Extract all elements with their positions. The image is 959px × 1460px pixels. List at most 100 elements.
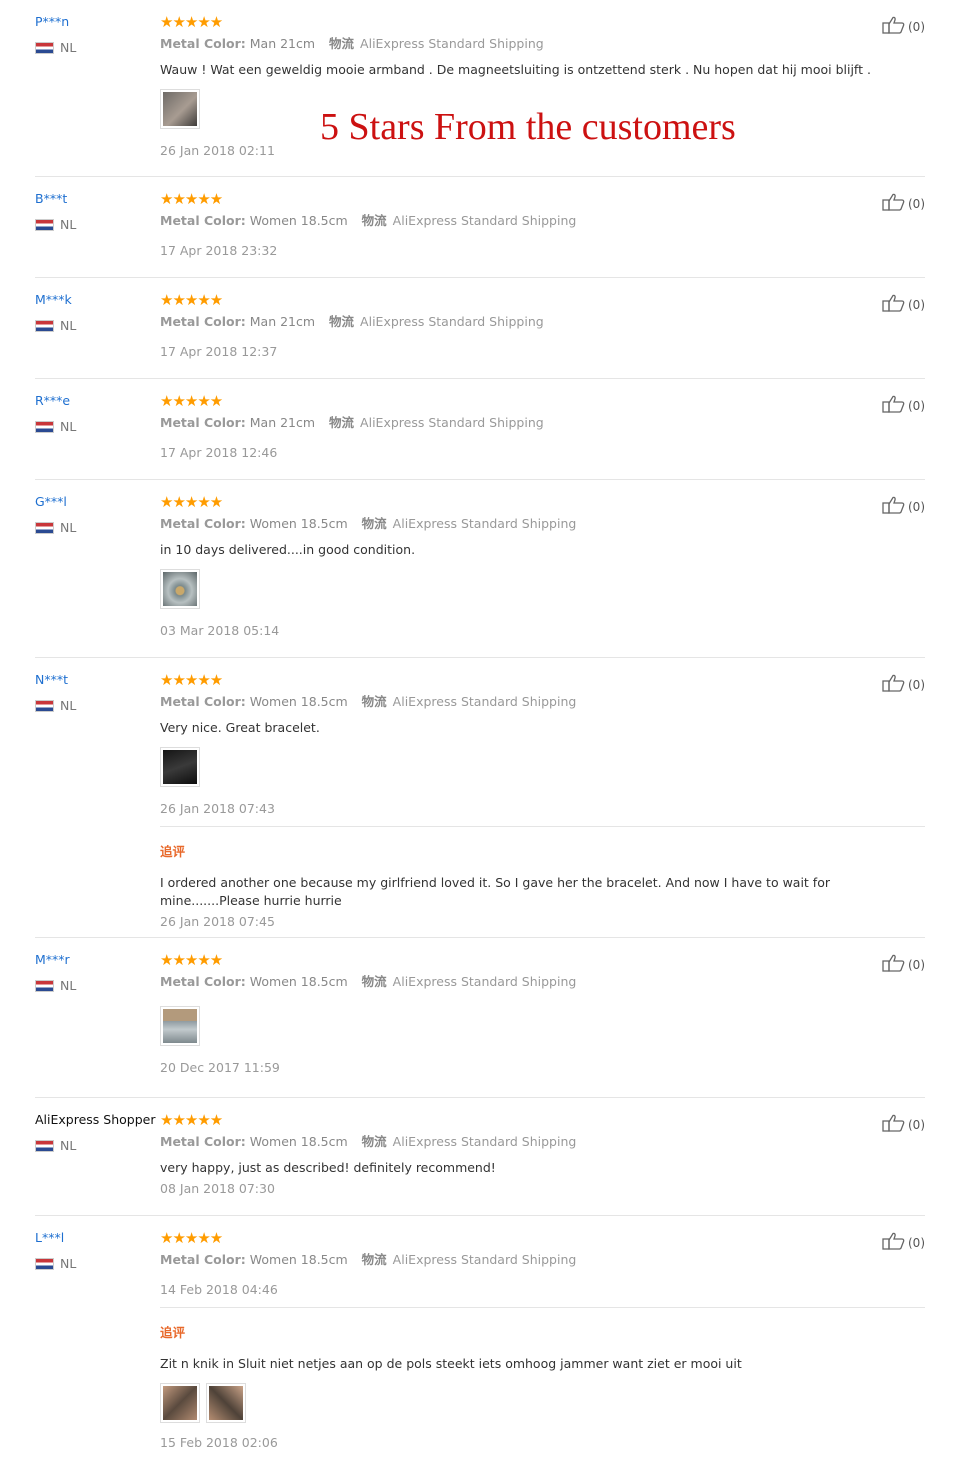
metal-color-label: Metal Color: (160, 974, 246, 989)
reviewer-name[interactable]: B***t (35, 191, 67, 206)
reviewer-country: NL (35, 520, 76, 535)
netherlands-flag-icon (35, 420, 54, 433)
thumbs-up-icon (882, 193, 905, 211)
country-code: NL (60, 978, 77, 993)
review-item: R***e NL ★★★★★ Metal Color: Man 21cm 物流 A… (35, 379, 925, 480)
shipping-method: AliExpress Standard Shipping (360, 36, 544, 51)
review-photo-thumbnail[interactable] (206, 1383, 246, 1423)
reviewer-name: AliExpress Shopper (35, 1112, 156, 1127)
thumbs-up-icon (882, 954, 905, 972)
country-code: NL (60, 520, 77, 535)
like-button[interactable]: (0) (882, 395, 925, 413)
reviewer-country: NL (35, 978, 76, 993)
star-rating: ★★★★★ (160, 671, 223, 689)
like-count: (0) (908, 958, 925, 972)
review-photo-thumbnail[interactable] (160, 89, 200, 129)
reviewer-name[interactable]: G***l (35, 494, 67, 509)
reviewer-name[interactable]: M***r (35, 952, 70, 967)
metal-color-label: Metal Color: (160, 36, 246, 51)
shipping-label: 物流 (361, 694, 387, 709)
review-item: B***t NL ★★★★★ Metal Color: Women 18.5cm… (35, 177, 925, 278)
shipping-label: 物流 (361, 1252, 387, 1267)
reviewer-name[interactable]: R***e (35, 393, 70, 408)
like-count: (0) (908, 197, 925, 211)
review-text: Very nice. Great bracelet. (160, 720, 320, 735)
review-photo-thumbnail[interactable] (160, 747, 200, 787)
reviewer-country: NL (35, 40, 76, 55)
like-count: (0) (908, 500, 925, 514)
like-button[interactable]: (0) (882, 1114, 925, 1132)
review-date: 17 Apr 2018 12:46 (160, 445, 278, 460)
reviewer-name[interactable]: L***l (35, 1230, 64, 1245)
shipping-label: 物流 (329, 314, 355, 329)
follow-up-review: 追评 Zit n knik in Sluit niet netjes aan o… (160, 1307, 925, 1460)
thumbs-up-icon (882, 294, 905, 312)
netherlands-flag-icon (35, 1257, 54, 1270)
thumbs-up-icon (882, 395, 905, 413)
metal-color-label: Metal Color: (160, 1252, 246, 1267)
shipping-method: AliExpress Standard Shipping (392, 213, 577, 228)
follow-up-label: 追评 (160, 1325, 186, 1340)
review-date: 03 Mar 2018 05:14 (160, 623, 280, 638)
like-button[interactable]: (0) (882, 294, 925, 312)
like-count: (0) (908, 399, 925, 413)
review-attributes: Metal Color: Women 18.5cm 物流 AliExpress S… (160, 1134, 925, 1150)
like-count: (0) (908, 1118, 925, 1132)
star-rating: ★★★★★ (160, 392, 223, 410)
shipping-method: AliExpress Standard Shipping (360, 415, 544, 430)
netherlands-flag-icon (35, 41, 54, 54)
like-count: (0) (908, 298, 925, 312)
reviewer-country: NL (35, 419, 76, 434)
country-code: NL (60, 318, 77, 333)
review-date: 14 Feb 2018 04:46 (160, 1282, 278, 1297)
review-photo-thumbnail[interactable] (160, 569, 200, 609)
shipping-label: 物流 (329, 36, 355, 51)
review-attributes: Metal Color: Man 21cm 物流 AliExpress Stand… (160, 314, 925, 330)
thumbs-up-icon (882, 674, 905, 692)
metal-color-label: Metal Color: (160, 694, 246, 709)
like-button[interactable]: (0) (882, 954, 925, 972)
like-button[interactable]: (0) (882, 674, 925, 692)
country-code: NL (60, 698, 77, 713)
reviewer-name[interactable]: N***t (35, 672, 68, 687)
star-rating: ★★★★★ (160, 291, 223, 309)
reviewer-name[interactable]: P***n (35, 14, 69, 29)
metal-color-value: Man 21cm (249, 415, 316, 430)
review-item: AliExpress Shopper NL ★★★★★ Metal Color:… (35, 1098, 925, 1216)
follow-up-review: 追评 I ordered another one because my girl… (160, 826, 925, 939)
metal-color-value: Women 18.5cm (249, 974, 348, 989)
netherlands-flag-icon (35, 1139, 54, 1152)
shipping-method: AliExpress Standard Shipping (392, 694, 577, 709)
like-button[interactable]: (0) (882, 193, 925, 211)
review-item: N***t NL ★★★★★ Metal Color: Women 18.5cm… (35, 658, 925, 938)
review-item: M***r NL ★★★★★ Metal Color: Women 18.5cm… (35, 938, 925, 1098)
shipping-method: AliExpress Standard Shipping (392, 974, 577, 989)
reviewer-country: NL (35, 1256, 76, 1271)
review-item: M***k NL ★★★★★ Metal Color: Man 21cm 物流 A… (35, 278, 925, 379)
like-button[interactable]: (0) (882, 496, 925, 514)
like-button[interactable]: (0) (882, 1232, 925, 1250)
star-rating: ★★★★★ (160, 493, 223, 511)
metal-color-value: Women 18.5cm (249, 694, 348, 709)
review-attributes: Metal Color: Man 21cm 物流 AliExpress Stand… (160, 36, 925, 52)
metal-color-value: Women 18.5cm (249, 1134, 348, 1149)
like-button[interactable]: (0) (882, 16, 925, 34)
shipping-label: 物流 (329, 415, 355, 430)
follow-up-date: 26 Jan 2018 07:45 (160, 914, 275, 929)
review-photo-thumbnail[interactable] (160, 1006, 200, 1046)
review-attributes: Metal Color: Man 21cm 物流 AliExpress Stand… (160, 415, 925, 431)
star-rating: ★★★★★ (160, 1111, 223, 1129)
like-count: (0) (908, 1236, 925, 1250)
review-date: 17 Apr 2018 23:32 (160, 243, 278, 258)
metal-color-label: Metal Color: (160, 1134, 246, 1149)
netherlands-flag-icon (35, 218, 54, 231)
review-photo-thumbnail[interactable] (160, 1383, 200, 1423)
metal-color-label: Metal Color: (160, 314, 246, 329)
shipping-method: AliExpress Standard Shipping (392, 1252, 577, 1267)
reviewer-name[interactable]: M***k (35, 292, 72, 307)
reviewer-country: NL (35, 217, 76, 232)
metal-color-label: Metal Color: (160, 213, 246, 228)
shipping-method: AliExpress Standard Shipping (360, 314, 544, 329)
shipping-method: AliExpress Standard Shipping (392, 1134, 577, 1149)
follow-up-text: Zit n knik in Sluit niet netjes aan op d… (160, 1356, 742, 1371)
